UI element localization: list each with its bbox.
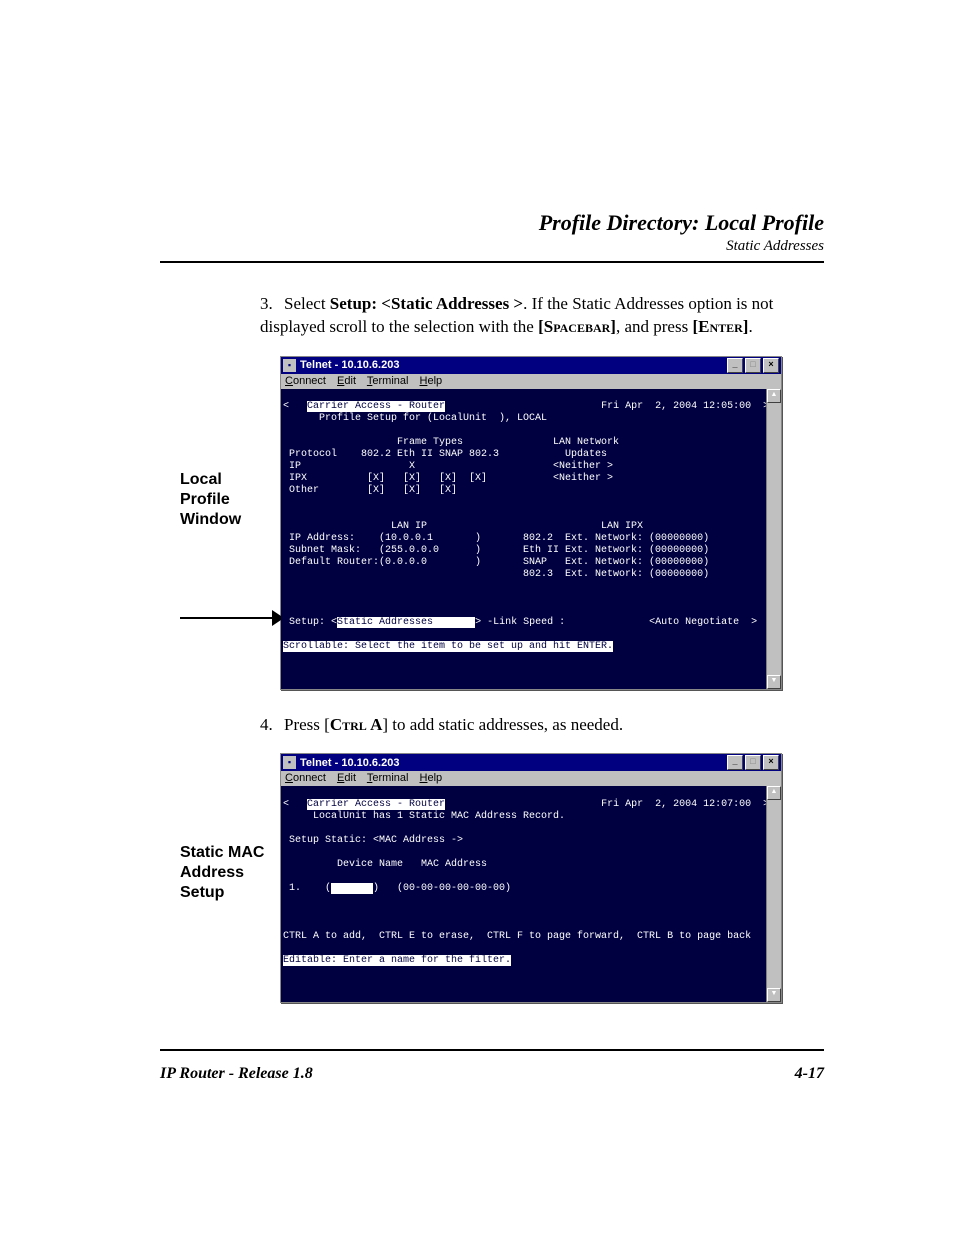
- menubar-1: Connect Edit Terminal Help: [281, 374, 781, 389]
- status-bar-1: Scrollable: Select the item to be set up…: [283, 641, 613, 652]
- footer-page-number: 4-17: [795, 1065, 824, 1083]
- terminal-body-1[interactable]: < Carrier Access - Router Fri Apr 2, 200…: [281, 389, 781, 689]
- window-title: Telnet - 10.10.6.203: [300, 757, 399, 770]
- close-button[interactable]: ×: [763, 358, 779, 373]
- step-3-text: 3.Select Setup: <Static Addresses >. If …: [260, 293, 824, 339]
- menubar-2: Connect Edit Terminal Help: [281, 771, 781, 786]
- footer-left: IP Router - Release 1.8: [160, 1065, 313, 1083]
- footer-divider: [160, 1049, 824, 1051]
- scroll-up-button[interactable]: ▲: [767, 786, 781, 800]
- menu-edit[interactable]: Edit: [337, 375, 356, 387]
- step-4-text: 4.Press [Ctrl A] to add static addresses…: [260, 714, 824, 737]
- static-mac-setup-label: Static MAC Address Setup: [180, 843, 264, 903]
- terminal-body-2[interactable]: < Carrier Access - Router Fri Apr 2, 200…: [281, 786, 781, 1002]
- header-divider: [160, 261, 824, 263]
- app-icon: ▪: [283, 359, 296, 372]
- titlebar-1: ▪ Telnet - 10.10.6.203 _ □ ×: [281, 357, 781, 374]
- telnet-window-1: ▪ Telnet - 10.10.6.203 _ □ × Connect Edi…: [280, 356, 782, 690]
- app-icon: ▪: [283, 756, 296, 769]
- page-header-title: Profile Directory: Local Profile: [160, 210, 824, 236]
- minimize-button[interactable]: _: [727, 358, 743, 373]
- menu-edit[interactable]: Edit: [337, 772, 356, 784]
- titlebar-2: ▪ Telnet - 10.10.6.203 _ □ ×: [281, 754, 781, 771]
- menu-terminal[interactable]: Terminal: [367, 375, 409, 387]
- setup-selection[interactable]: Static Addresses: [337, 617, 475, 628]
- scroll-up-button[interactable]: ▲: [767, 389, 781, 403]
- local-profile-window-label: Local Profile Window: [180, 470, 241, 530]
- scrollbar-2[interactable]: ▲ ▼: [766, 786, 781, 1002]
- menu-help[interactable]: Help: [420, 375, 443, 387]
- menu-help[interactable]: Help: [420, 772, 443, 784]
- callout-arrow-line: [180, 617, 278, 619]
- scrollbar-1[interactable]: ▲ ▼: [766, 389, 781, 689]
- menu-connect[interactable]: Connect: [285, 375, 326, 387]
- window-title: Telnet - 10.10.6.203: [300, 359, 399, 372]
- scroll-down-button[interactable]: ▼: [767, 675, 781, 689]
- menu-connect[interactable]: Connect: [285, 772, 326, 784]
- page-header-subtitle: Static Addresses: [160, 238, 824, 255]
- maximize-button[interactable]: □: [745, 755, 761, 770]
- scroll-down-button[interactable]: ▼: [767, 988, 781, 1002]
- telnet-window-2: ▪ Telnet - 10.10.6.203 _ □ × Connect Edi…: [280, 753, 782, 1003]
- device-name-input[interactable]: [331, 883, 373, 894]
- close-button[interactable]: ×: [763, 755, 779, 770]
- status-bar-2: Editable: Enter a name for the filter.: [283, 955, 511, 966]
- maximize-button[interactable]: □: [745, 358, 761, 373]
- menu-terminal[interactable]: Terminal: [367, 772, 409, 784]
- minimize-button[interactable]: _: [727, 755, 743, 770]
